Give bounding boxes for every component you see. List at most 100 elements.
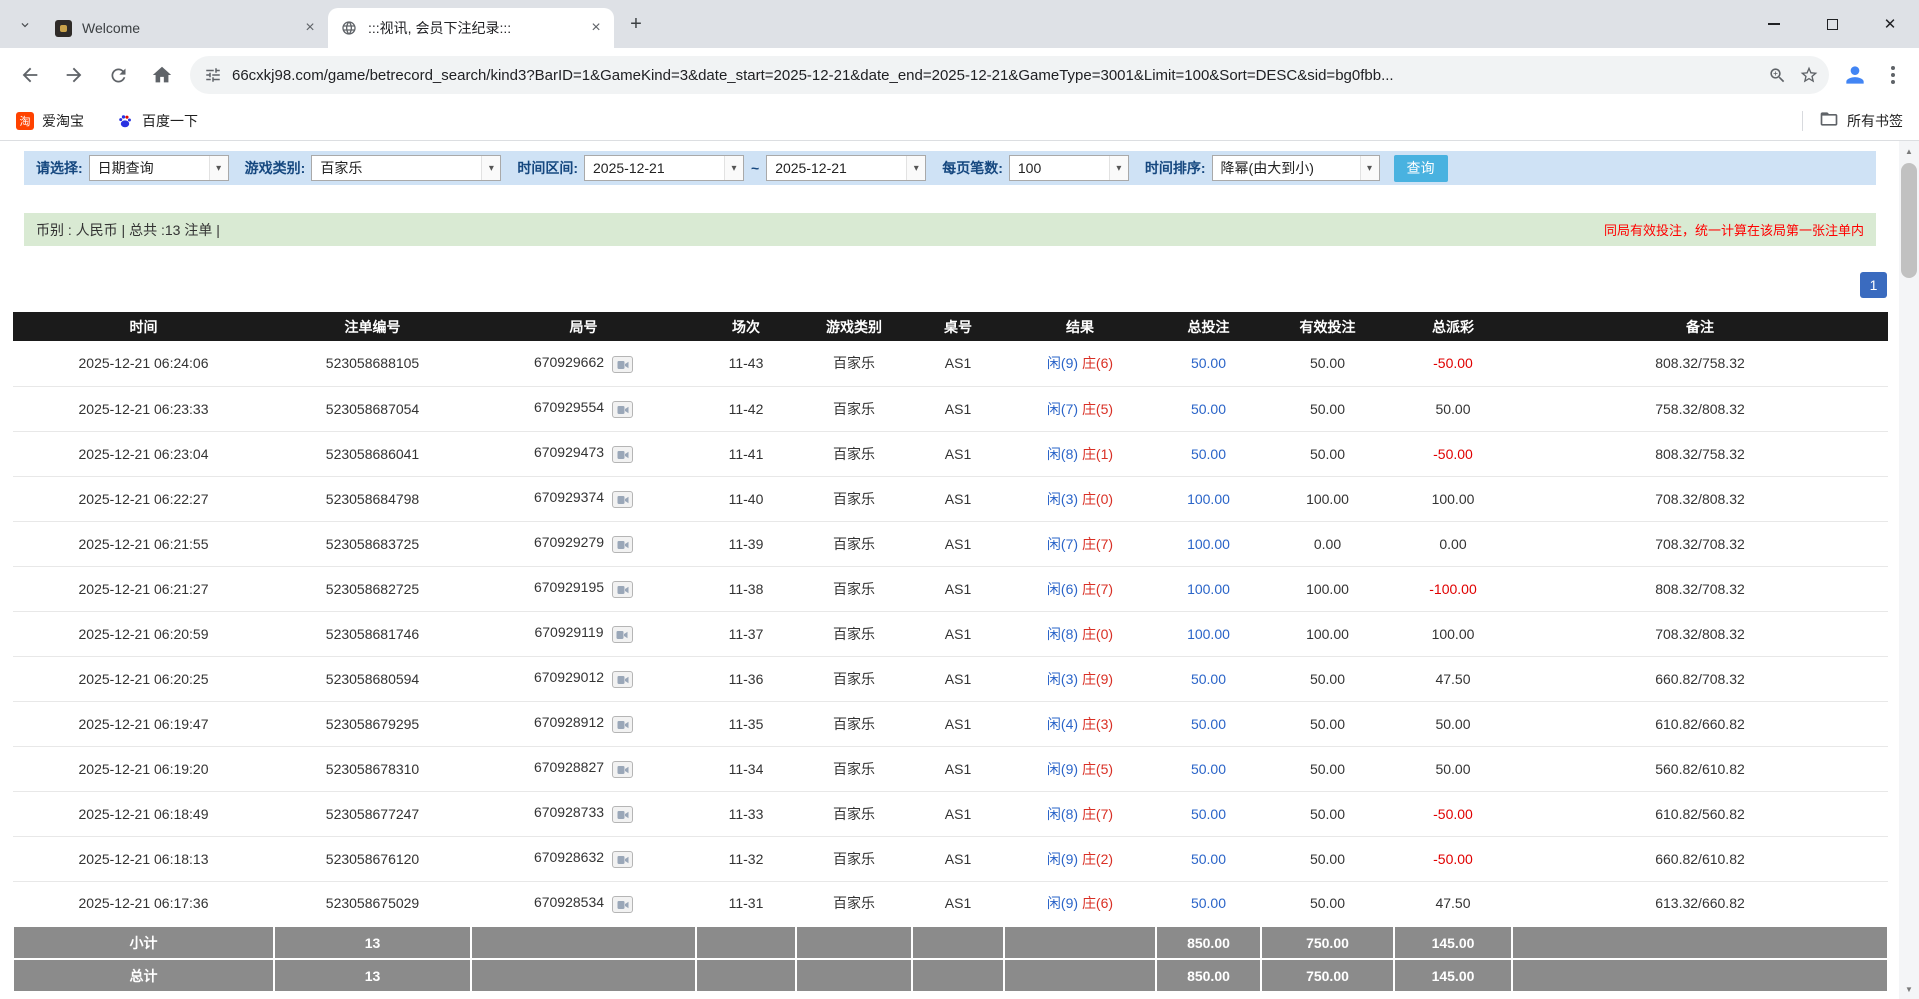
browser-menu-icon[interactable]	[1875, 57, 1911, 93]
maximize-button[interactable]	[1803, 0, 1861, 48]
cell-payout: -50.00	[1394, 431, 1512, 476]
refresh-button[interactable]	[98, 55, 138, 95]
cell-time: 2025-12-21 06:20:59	[13, 611, 274, 656]
divider	[1802, 111, 1803, 131]
back-button[interactable]	[10, 55, 50, 95]
new-tab-button[interactable]: +	[622, 10, 650, 38]
forward-button[interactable]	[54, 55, 94, 95]
total-bet-link[interactable]: 50.00	[1191, 716, 1226, 732]
cell-total-bet: 50.00	[1156, 386, 1261, 431]
close-button[interactable]: ✕	[1861, 0, 1919, 48]
cell-bet-id: 523058684798	[274, 476, 471, 521]
total-bet-link[interactable]: 50.00	[1191, 851, 1226, 867]
total-bet-link[interactable]: 50.00	[1191, 446, 1226, 462]
round-id: 670928534	[534, 894, 604, 910]
total-bet-link[interactable]: 100.00	[1187, 491, 1230, 507]
bet-record-row: 2025-12-21 06:23:33523058687054670929554…	[13, 386, 1888, 431]
cell-bet-id: 523058682725	[274, 566, 471, 611]
video-icon[interactable]	[612, 761, 633, 778]
total-bet-link[interactable]: 50.00	[1191, 355, 1226, 371]
cell-session: 11-32	[696, 836, 796, 881]
cell-game-type: 百家乐	[796, 431, 912, 476]
game-type-select[interactable]: 百家乐 ▾	[311, 155, 501, 181]
cell-note: 708.32/808.32	[1512, 476, 1888, 521]
total-bet-link[interactable]: 50.00	[1191, 806, 1226, 822]
player-result: 闲(4)	[1047, 716, 1078, 732]
cell-note: 808.32/758.32	[1512, 431, 1888, 476]
video-icon[interactable]	[612, 626, 633, 643]
cell-round-id: 670929012	[471, 656, 696, 701]
baidu-paw-icon	[116, 112, 134, 130]
site-settings-icon[interactable]	[204, 66, 222, 84]
game-type-label: 游戏类别:	[245, 158, 306, 178]
cell-round-id: 670929279	[471, 521, 696, 566]
minimize-button[interactable]	[1745, 0, 1803, 48]
round-id: 670928912	[534, 714, 604, 730]
scrollbar-thumb[interactable]	[1901, 163, 1917, 278]
scrollbar[interactable]: ▲ ▼	[1899, 141, 1919, 999]
bookmark-star-icon[interactable]	[1793, 59, 1825, 91]
total-bet-link[interactable]: 100.00	[1187, 626, 1230, 642]
video-icon[interactable]	[612, 356, 633, 373]
video-icon[interactable]	[612, 446, 633, 463]
home-button[interactable]	[142, 55, 182, 95]
tab-close-icon[interactable]: ×	[586, 18, 606, 38]
cell-table-no: AS1	[912, 431, 1004, 476]
video-icon[interactable]	[612, 401, 633, 418]
zoom-icon[interactable]	[1761, 59, 1793, 91]
per-page-select[interactable]: 100 ▾	[1009, 155, 1129, 181]
page-1-button[interactable]: 1	[1860, 272, 1887, 298]
date-end-select[interactable]: 2025-12-21 ▾	[766, 155, 926, 181]
scroll-up-button[interactable]: ▲	[1899, 141, 1919, 161]
video-icon[interactable]	[612, 806, 633, 823]
tab-bet-records[interactable]: :::视讯, 会员下注纪录::: ×	[328, 8, 614, 48]
search-button[interactable]: 查询	[1394, 155, 1448, 182]
scroll-down-button[interactable]: ▼	[1899, 979, 1919, 999]
total-bet-link[interactable]: 50.00	[1191, 895, 1226, 911]
url-text[interactable]: 66cxkj98.com/game/betrecord_search/kind3…	[232, 67, 1761, 84]
cell-valid-bet: 50.00	[1261, 881, 1394, 926]
payout-value: 0.00	[1439, 536, 1466, 552]
subtotal-row-cell: 小计	[13, 926, 274, 959]
tab-search-chevron-icon[interactable]	[10, 10, 40, 40]
payout-value: 47.50	[1435, 671, 1470, 687]
profile-icon[interactable]	[1835, 55, 1875, 95]
all-bookmarks[interactable]: 所有书签	[1802, 109, 1903, 134]
query-type-select[interactable]: 日期查询 ▾	[89, 155, 229, 181]
banker-result: 庄(0)	[1082, 626, 1113, 642]
round-id: 670929374	[534, 489, 604, 505]
sort-select[interactable]: 降幂(由大到小) ▾	[1212, 155, 1380, 181]
video-icon[interactable]	[612, 716, 633, 733]
taobao-icon: 淘	[16, 112, 34, 130]
bet-record-row: 2025-12-21 06:20:25523058680594670929012…	[13, 656, 1888, 701]
bookmark-label: 爱淘宝	[42, 111, 84, 131]
bookmarks-bar: 淘 爱淘宝 百度一下 所有书签	[0, 102, 1919, 141]
column-header: 总派彩	[1394, 312, 1512, 341]
cell-game-type: 百家乐	[796, 836, 912, 881]
bookmark-baidu[interactable]: 百度一下	[116, 111, 198, 131]
video-icon[interactable]	[612, 581, 633, 598]
total-bet-link[interactable]: 50.00	[1191, 761, 1226, 777]
tab-welcome[interactable]: Welcome ×	[42, 8, 328, 48]
video-icon[interactable]	[612, 536, 633, 553]
tab-close-icon[interactable]: ×	[300, 18, 320, 38]
url-bar[interactable]: 66cxkj98.com/game/betrecord_search/kind3…	[190, 56, 1829, 94]
total-bet-link[interactable]: 100.00	[1187, 581, 1230, 597]
subtotal-row-cell	[1004, 926, 1156, 959]
cell-note: 560.82/610.82	[1512, 746, 1888, 791]
total-bet-link[interactable]: 50.00	[1191, 401, 1226, 417]
cell-result: 闲(9) 庄(2)	[1004, 836, 1156, 881]
window-controls: ✕	[1745, 0, 1919, 48]
total-bet-link[interactable]: 100.00	[1187, 536, 1230, 552]
cell-game-type: 百家乐	[796, 566, 912, 611]
video-icon[interactable]	[612, 851, 633, 868]
video-icon[interactable]	[612, 896, 633, 913]
cell-valid-bet: 50.00	[1261, 341, 1394, 386]
subtotal-row-cell: 145.00	[1394, 926, 1512, 959]
bookmark-taobao[interactable]: 淘 爱淘宝	[16, 111, 84, 131]
date-start-select[interactable]: 2025-12-21 ▾	[584, 155, 744, 181]
video-icon[interactable]	[612, 491, 633, 508]
total-bet-link[interactable]: 50.00	[1191, 671, 1226, 687]
total-row-cell: 总计	[13, 959, 274, 992]
video-icon[interactable]	[612, 671, 633, 688]
